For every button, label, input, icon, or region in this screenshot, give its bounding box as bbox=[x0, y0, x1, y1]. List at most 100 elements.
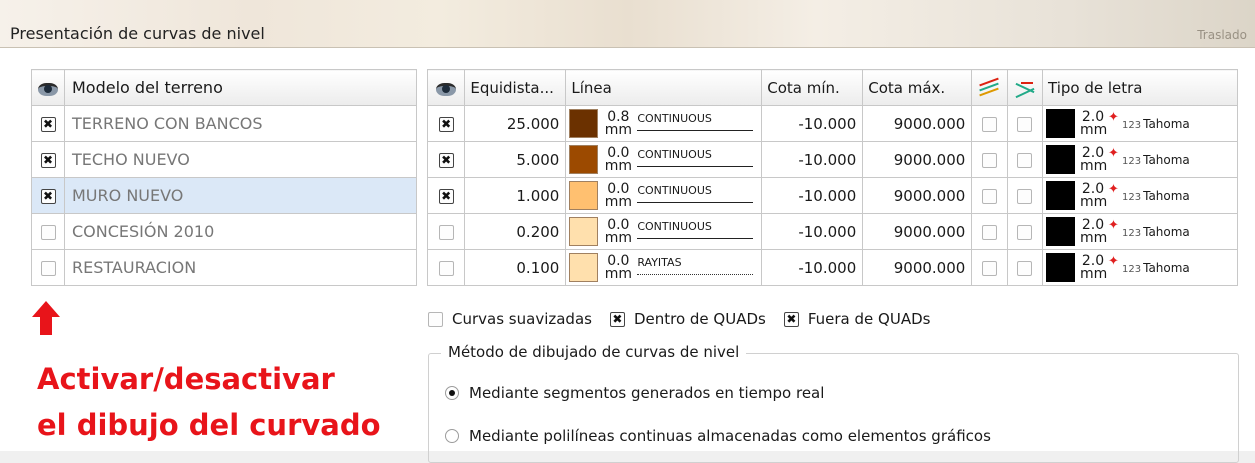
max-elevation-cell[interactable]: 9000.000 bbox=[862, 105, 973, 142]
font-color-swatch[interactable] bbox=[1046, 253, 1075, 282]
equidistance-cell[interactable]: 0.100 bbox=[464, 249, 567, 286]
table-row[interactable]: 0.200 0.0 mm CONTINUOUS -10.000 9000.000 … bbox=[426, 213, 1238, 250]
visibility-checkbox[interactable] bbox=[40, 224, 56, 240]
min-elevation-cell[interactable]: -10.000 bbox=[761, 213, 864, 250]
table-row[interactable]: TECHO NUEVO bbox=[31, 141, 417, 178]
visibility-checkbox[interactable] bbox=[438, 152, 454, 168]
max-elevation-cell[interactable]: 9000.000 bbox=[862, 249, 973, 286]
equidistance-cell[interactable]: 5.000 bbox=[464, 141, 567, 178]
terrain-model-name[interactable]: RESTAURACION bbox=[64, 249, 417, 286]
labels-checkbox[interactable] bbox=[981, 224, 997, 240]
font-size: 2.0 mm bbox=[1080, 216, 1108, 246]
hatch-checkbox[interactable] bbox=[1017, 116, 1033, 132]
max-elevation-cell[interactable]: 9000.000 bbox=[862, 177, 973, 214]
font-cell[interactable]: 2.0 mm ✦ 123 Tahoma bbox=[1042, 213, 1238, 250]
visibility-column-header[interactable] bbox=[31, 69, 65, 106]
min-elevation-header[interactable]: Cota mín. bbox=[761, 69, 864, 106]
labels-column-header[interactable] bbox=[971, 69, 1008, 106]
terrain-model-header[interactable]: Modelo del terreno bbox=[64, 69, 417, 106]
table-row-selected[interactable]: MURO NUEVO bbox=[31, 177, 417, 214]
inside-quads-checkbox[interactable] bbox=[609, 311, 625, 327]
line-style-cell[interactable]: 0.0 mm CONTINUOUS bbox=[565, 177, 763, 214]
visibility-checkbox[interactable] bbox=[438, 116, 454, 132]
visibility-checkbox[interactable] bbox=[438, 260, 454, 276]
line-color-swatch[interactable] bbox=[569, 109, 599, 138]
labels-checkbox[interactable] bbox=[981, 116, 997, 132]
hatch-checkbox[interactable] bbox=[1017, 260, 1033, 276]
realtime-segments-radio[interactable] bbox=[445, 386, 459, 400]
font-color-swatch[interactable] bbox=[1046, 145, 1075, 174]
equidistance-header[interactable]: Equidista... bbox=[464, 69, 567, 106]
hatch-checkbox[interactable] bbox=[1017, 152, 1033, 168]
font-star-icon: ✦ bbox=[1108, 181, 1119, 197]
line-color-swatch[interactable] bbox=[569, 145, 599, 174]
font-cell[interactable]: 2.0 mm ✦ 123 Tahoma bbox=[1042, 141, 1238, 178]
visibility-checkbox[interactable] bbox=[40, 260, 56, 276]
window-title: Presentación de curvas de nivel bbox=[10, 24, 265, 43]
terrain-model-name[interactable]: TERRENO CON BANCOS bbox=[64, 105, 417, 142]
line-color-swatch[interactable] bbox=[569, 253, 599, 282]
font-star-icon: ✦ bbox=[1108, 145, 1119, 161]
font-name: ✦ 123 Tahoma bbox=[1108, 109, 1190, 131]
labels-checkbox[interactable] bbox=[981, 260, 997, 276]
visibility-checkbox[interactable] bbox=[40, 188, 56, 204]
font-cell[interactable]: 2.0 mm ✦ 123 Tahoma bbox=[1042, 177, 1238, 214]
visibility-checkbox[interactable] bbox=[40, 116, 56, 132]
font-header[interactable]: Tipo de letra bbox=[1042, 69, 1238, 106]
hatch-checkbox[interactable] bbox=[1017, 224, 1033, 240]
line-style-cell[interactable]: 0.0 mm RAYITAS bbox=[565, 249, 763, 286]
line-color-swatch[interactable] bbox=[569, 217, 599, 246]
terrain-model-name[interactable]: CONCESIÓN 2010 bbox=[64, 213, 417, 250]
hatch-checkbox[interactable] bbox=[1017, 188, 1033, 204]
inside-quads-option[interactable]: Dentro de QUADs bbox=[609, 310, 766, 328]
equidistance-cell[interactable]: 25.000 bbox=[464, 105, 567, 142]
max-elevation-cell[interactable]: 9000.000 bbox=[862, 213, 973, 250]
equidistance-cell[interactable]: 1.000 bbox=[464, 177, 567, 214]
table-row[interactable]: 5.000 0.0mm CONTINUOUS -10.000 9000.000 … bbox=[426, 141, 1238, 178]
table-row[interactable]: RESTAURACION bbox=[31, 249, 417, 286]
table-row[interactable]: 1.000 0.0mm CONTINUOUS -10.000 9000.000 … bbox=[426, 177, 1238, 214]
drawing-method-group: Método de dibujado de curvas de nivel Me… bbox=[428, 343, 1239, 463]
min-elevation-cell[interactable]: -10.000 bbox=[761, 249, 864, 286]
line-width: 0.0 mm bbox=[604, 216, 632, 246]
line-color-swatch[interactable] bbox=[569, 181, 599, 210]
visibility-checkbox[interactable] bbox=[438, 188, 454, 204]
table-row[interactable]: 25.000 0.8mm CONTINUOUS -10.000 9000.000… bbox=[426, 105, 1238, 142]
eye-icon bbox=[38, 81, 58, 96]
font-cell[interactable]: 2.0 mm ✦ 123 Tahoma bbox=[1042, 105, 1238, 142]
font-cell[interactable]: 2.0 mm ✦ 123 Tahoma bbox=[1042, 249, 1238, 286]
min-elevation-cell[interactable]: -10.000 bbox=[761, 141, 864, 178]
line-style-cell[interactable]: 0.0 mm CONTINUOUS bbox=[565, 141, 763, 178]
table-row[interactable]: TERRENO CON BANCOS bbox=[31, 105, 417, 142]
font-color-swatch[interactable] bbox=[1046, 217, 1075, 246]
stored-polylines-radio[interactable] bbox=[445, 429, 459, 443]
labels-checkbox[interactable] bbox=[981, 152, 997, 168]
min-elevation-cell[interactable]: -10.000 bbox=[761, 105, 864, 142]
table-row[interactable]: 0.100 0.0 mm RAYITAS -10.000 9000.000 2.0… bbox=[426, 249, 1238, 286]
outside-quads-option[interactable]: Fuera de QUADs bbox=[783, 310, 930, 328]
hatch-column-header[interactable] bbox=[1006, 69, 1044, 106]
visibility-column-header[interactable] bbox=[426, 69, 466, 106]
contour-settings-table: Equidista... Línea Cota mín. Cota máx. T… bbox=[426, 69, 1238, 286]
max-elevation-header[interactable]: Cota máx. bbox=[862, 69, 973, 106]
equidistance-cell[interactable]: 0.200 bbox=[464, 213, 567, 250]
smooth-curves-checkbox[interactable] bbox=[428, 311, 443, 327]
font-color-swatch[interactable] bbox=[1046, 181, 1075, 210]
realtime-segments-option[interactable]: Mediante segmentos generados en tiempo r… bbox=[445, 384, 824, 402]
smooth-curves-option[interactable]: Curvas suavizadas bbox=[428, 310, 592, 328]
visibility-checkbox[interactable] bbox=[40, 152, 56, 168]
labels-checkbox[interactable] bbox=[981, 188, 997, 204]
outside-quads-checkbox[interactable] bbox=[783, 311, 799, 327]
visibility-checkbox[interactable] bbox=[438, 224, 454, 240]
stored-polylines-option[interactable]: Mediante polilíneas continuas almacenada… bbox=[445, 427, 991, 445]
font-color-swatch[interactable] bbox=[1046, 109, 1075, 138]
max-elevation-cell[interactable]: 9000.000 bbox=[862, 141, 973, 178]
line-header[interactable]: Línea bbox=[565, 69, 763, 106]
line-style-cell[interactable]: 0.0 mm CONTINUOUS bbox=[565, 213, 763, 250]
table-row[interactable]: CONCESIÓN 2010 bbox=[31, 213, 417, 250]
min-elevation-cell[interactable]: -10.000 bbox=[761, 177, 864, 214]
line-style-cell[interactable]: 0.8 mm CONTINUOUS bbox=[565, 105, 763, 142]
font-name: ✦ 123 Tahoma bbox=[1108, 145, 1190, 167]
terrain-model-name[interactable]: TECHO NUEVO bbox=[64, 141, 417, 178]
terrain-model-name[interactable]: MURO NUEVO bbox=[64, 177, 417, 214]
